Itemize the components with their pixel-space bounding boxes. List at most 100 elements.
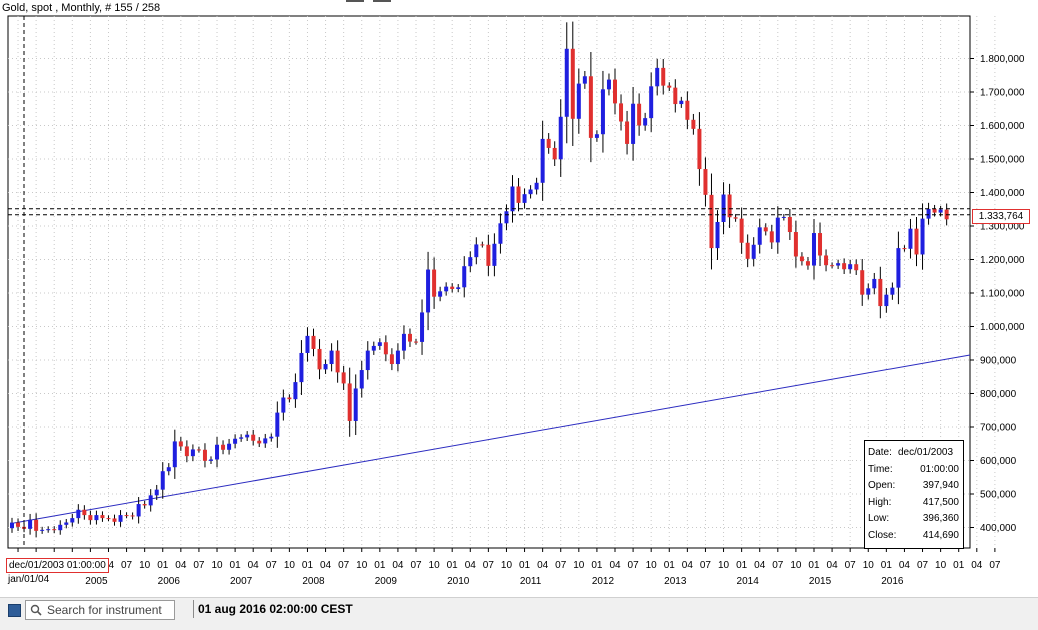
x-tick-label: 07 — [555, 560, 567, 571]
candle-body — [34, 519, 39, 531]
x-tick-label: 10 — [356, 560, 368, 571]
candle-body — [558, 116, 563, 160]
candle-body — [112, 518, 117, 522]
y-tick-label: 900,000 — [980, 356, 1017, 367]
candle-body — [395, 350, 400, 365]
info-low-key: Low: — [868, 513, 890, 524]
candle-body — [239, 437, 244, 439]
candle-body — [456, 287, 461, 289]
x-year-label: 2008 — [302, 576, 325, 587]
x-tick-label: 04 — [320, 560, 332, 571]
candle-body — [160, 471, 165, 490]
x-tick-label: 10 — [284, 560, 296, 571]
candle-body — [251, 434, 256, 441]
x-tick-label: 10 — [718, 560, 730, 571]
candle-body — [727, 194, 732, 218]
candle-body — [570, 48, 575, 119]
plot-area — [7, 15, 971, 549]
candle-body — [257, 440, 262, 444]
x-tick-label: 10 — [863, 560, 875, 571]
candle-body — [739, 218, 744, 243]
x-tick-label: 10 — [211, 560, 223, 571]
x-tick-label: 01 — [808, 560, 820, 571]
x-year-label: 2013 — [664, 576, 687, 587]
candle-body — [359, 370, 364, 389]
x-tick-label: 07 — [483, 560, 495, 571]
current-price-label: 1.333,764 — [972, 209, 1030, 224]
candle-body — [745, 242, 750, 259]
x-tick-label: 07 — [845, 560, 857, 571]
x-tick-label: 10 — [139, 560, 151, 571]
candle-body — [504, 211, 509, 224]
info-close-row: Close: 414,690 — [868, 528, 959, 544]
x-tick-label: 04 — [971, 560, 983, 571]
candle-body — [594, 134, 599, 138]
x-axis: 01 04 07 10 01 04 07 10 01 04 07 10 01 04 07 10 01 04 07 10… — [12, 548, 1001, 587]
candle-body — [329, 350, 334, 365]
y-tick-label: 1.200,000 — [980, 255, 1025, 266]
y-tick-label: 500,000 — [980, 490, 1017, 501]
x-year-label: 2012 — [592, 576, 615, 587]
candle-body — [420, 312, 425, 342]
y-tick-label: 600,000 — [980, 456, 1017, 467]
candle-body — [510, 186, 515, 212]
info-time-value: 01:00:00 — [920, 464, 959, 475]
candle-body — [335, 350, 340, 373]
candle-body — [389, 354, 394, 365]
candle-body — [100, 515, 105, 519]
x-year-label: 2011 — [520, 576, 542, 587]
candle-body — [136, 504, 141, 517]
candle-body — [76, 509, 81, 519]
candle-body — [842, 263, 847, 270]
x-tick-label: 01 — [374, 560, 386, 571]
app-menu-icon[interactable] — [8, 604, 21, 617]
candle-body — [606, 79, 611, 90]
candle-body — [432, 269, 437, 297]
info-high-key: High: — [868, 497, 892, 508]
x-tick-label: 07 — [917, 560, 929, 571]
candle-body — [661, 67, 666, 86]
status-time: 01 aug 2016 02:00:00 CEST — [198, 602, 353, 616]
candle-body — [82, 509, 87, 516]
candle-body — [190, 449, 195, 457]
candle-body — [715, 221, 720, 249]
x-tick-label: 07 — [121, 560, 133, 571]
candle-body — [625, 121, 630, 144]
y-tick-label: 1.700,000 — [980, 88, 1025, 99]
x-tick-label: 01 — [519, 560, 531, 571]
candle-body — [769, 231, 774, 243]
y-tick-label: 1.500,000 — [980, 155, 1025, 166]
y-tick-label: 1.600,000 — [980, 121, 1025, 132]
candle-body — [401, 333, 406, 351]
candle-body — [377, 342, 382, 346]
x-tick-label: 07 — [700, 560, 712, 571]
candle-body — [323, 364, 328, 370]
info-open-row: Open: 397,940 — [868, 478, 959, 494]
info-high-value: 417,500 — [922, 497, 959, 508]
x-tick-label: 04 — [609, 560, 621, 571]
info-time-row: Time: 01:00:00 — [868, 462, 959, 478]
candle-body — [468, 257, 473, 267]
candle-body — [353, 388, 358, 421]
x-tick-label: 01 — [447, 560, 459, 571]
candle-body — [492, 243, 497, 266]
x-year-label: 2009 — [375, 576, 398, 587]
candle-body — [619, 103, 624, 122]
candle-body — [166, 467, 171, 472]
x-tick-label: 04 — [899, 560, 911, 571]
candle-body — [46, 529, 51, 531]
candle-body — [799, 256, 804, 262]
candle-body — [293, 382, 298, 400]
candle-body — [480, 244, 485, 246]
candle-body — [793, 232, 798, 257]
candle-body — [932, 208, 937, 213]
x-tick-label: 07 — [989, 560, 1001, 571]
candle-body — [805, 261, 810, 266]
candle-body — [631, 103, 636, 144]
candle-body — [860, 270, 865, 295]
candle-body — [202, 449, 207, 461]
search-icon — [30, 604, 42, 616]
candle-body — [848, 264, 853, 270]
candle-body — [407, 333, 412, 342]
instrument-search-input[interactable]: Search for instrument — [25, 600, 175, 620]
